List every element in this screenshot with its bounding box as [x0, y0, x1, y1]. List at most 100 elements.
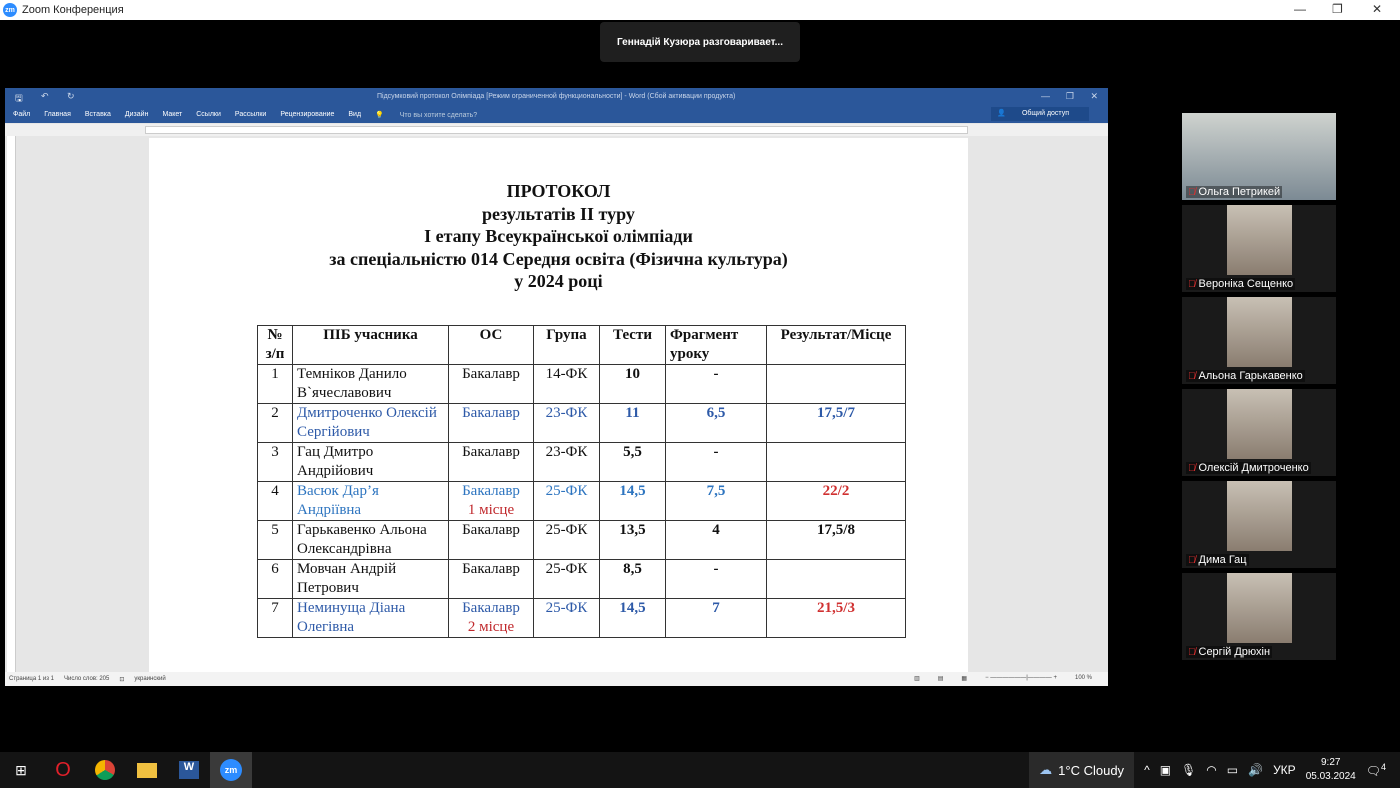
close-icon[interactable]: ✕: [1090, 91, 1098, 102]
result-place: 22/2: [766, 481, 906, 521]
participant-tile[interactable]: 🎙̸ Вероніка Сещенко: [1182, 205, 1336, 292]
tests-score: 11: [599, 403, 666, 443]
restore-icon[interactable]: ❐: [1332, 2, 1343, 16]
camera-icon[interactable]: ▣: [1160, 763, 1171, 777]
undo-icon[interactable]: ↶: [41, 91, 49, 102]
person-icon: 👤: [997, 110, 1007, 117]
tab-layout[interactable]: Макет: [162, 111, 182, 118]
fragment-score: -: [665, 364, 767, 404]
web-layout-icon[interactable]: ▦: [961, 675, 967, 682]
save-icon[interactable]: 🖫: [15, 91, 23, 107]
zoom-slider[interactable]: − ——————|———— +: [985, 675, 1057, 682]
share-button[interactable]: 👤 Общий доступ: [991, 107, 1089, 121]
ribbon-tabs: Файл Главная Вставка Дизайн Макет Ссылки…: [5, 106, 1108, 123]
group: 25-ФК: [533, 520, 600, 560]
page-count: Страница 1 из 1: [9, 676, 54, 682]
tests-score: 14,5: [599, 481, 666, 521]
muted-mic-icon: 🎙̸: [1188, 370, 1196, 382]
title-line: І етапу Всеукраїнської олімпіади: [424, 226, 693, 246]
fragment-score: 6,5: [665, 403, 767, 443]
participant-tile[interactable]: 🎙̸ Альона Гарькавенко: [1182, 297, 1336, 384]
zoom-level[interactable]: 100 %: [1075, 675, 1092, 682]
degree: Бакалавр: [462, 522, 520, 538]
participant-tile[interactable]: 🎙̸ Олексій Дмитроченко: [1182, 389, 1336, 476]
row-number: 7: [257, 598, 293, 638]
fragment-score: -: [665, 442, 767, 482]
tab-design[interactable]: Дизайн: [125, 111, 149, 118]
degree-cell: Бакалавр: [448, 403, 534, 443]
clock[interactable]: 9:27 05.03.2024: [1306, 756, 1356, 784]
result-place: 21,5/3: [766, 598, 906, 638]
title-line: результатів ІІ туру: [482, 203, 635, 224]
zoom-title-bar: zm Zoom Конференция — ❐ ✕: [0, 0, 1400, 20]
participant-video: [1227, 297, 1292, 367]
result-place: [766, 442, 906, 482]
language[interactable]: украинский: [134, 676, 165, 682]
tab-file[interactable]: Файл: [13, 111, 30, 118]
language-indicator[interactable]: УКР: [1273, 763, 1296, 777]
word-title-bar: 🖫 ↶ ↻ Підсумковий протокол Олімпіада [Ре…: [5, 88, 1108, 106]
place-note: 2 місце: [467, 619, 515, 635]
minimize-icon[interactable]: —: [1041, 91, 1050, 101]
windows-start-icon[interactable]: ⊞: [0, 752, 42, 788]
window-title: Zoom Конференция: [22, 4, 124, 16]
tab-view[interactable]: Вид: [348, 111, 361, 118]
place-note: 1 місце: [467, 502, 515, 518]
participant-tile[interactable]: 🎙̸ Ольга Петрикей: [1182, 113, 1336, 200]
microphone-icon[interactable]: 🎙: [1181, 763, 1196, 777]
file-explorer-icon[interactable]: [126, 752, 168, 788]
row-number: 6: [257, 559, 293, 599]
zoom-logo-icon: zm: [3, 3, 17, 17]
participant-video: [1227, 205, 1292, 275]
participant-tile[interactable]: 🎙̸ Дима Гац: [1182, 481, 1336, 568]
status-bar: Страница 1 из 1 Число слов: 205 ⊡ украин…: [5, 672, 1108, 686]
battery-icon[interactable]: ▭: [1227, 763, 1238, 777]
restore-icon[interactable]: ❐: [1066, 91, 1074, 102]
weather-widget[interactable]: ☁ 1°C Cloudy: [1029, 752, 1135, 788]
vertical-ruler[interactable]: [7, 136, 16, 672]
proofing-icon[interactable]: ⊡: [119, 676, 124, 683]
notification-count: 4: [1380, 762, 1386, 772]
chrome-icon[interactable]: [84, 752, 126, 788]
notifications-icon[interactable]: 🗨4: [1366, 762, 1386, 778]
protocol-title: ПРОТОКОЛ результатів ІІ туру І етапу Все…: [149, 180, 968, 293]
tab-home[interactable]: Главная: [44, 111, 71, 118]
tab-references[interactable]: Ссылки: [196, 111, 221, 118]
close-icon[interactable]: ✕: [1372, 2, 1382, 16]
volume-icon[interactable]: 🔊: [1248, 763, 1263, 777]
tell-me-search[interactable]: 💡 Что вы хотите сделать?: [375, 111, 491, 119]
weather-text: 1°C Cloudy: [1058, 762, 1125, 778]
minimize-icon[interactable]: —: [1294, 2, 1306, 16]
participant-name: Дмитроченко Олексій Сергійович: [292, 403, 449, 443]
document-page[interactable]: ПРОТОКОЛ результатів ІІ туру І етапу Все…: [149, 138, 968, 672]
row-number: 2: [257, 403, 293, 443]
table-header-row: № з/п ПІБ учасника ОС Група Тести Фрагме…: [257, 325, 906, 365]
row-number: 3: [257, 442, 293, 482]
tab-mailings[interactable]: Рассылки: [235, 111, 266, 118]
word-icon[interactable]: W: [168, 752, 210, 788]
participant-name: Сергій Дрюхін: [1198, 646, 1271, 658]
fragment-score: 4: [665, 520, 767, 560]
tab-insert[interactable]: Вставка: [85, 111, 111, 118]
opera-icon[interactable]: O: [42, 752, 84, 788]
participant-label: 🎙̸ Вероніка Сещенко: [1186, 278, 1296, 290]
degree-cell: Бакалавр: [448, 520, 534, 560]
title-line: у 2024 році: [514, 271, 603, 291]
participant-name: Ольга Петрикей: [1198, 186, 1281, 198]
document-area[interactable]: ПРОТОКОЛ результатів ІІ туру І етапу Все…: [5, 136, 1108, 672]
zoom-taskbar-icon[interactable]: zm: [210, 752, 252, 788]
group: 25-ФК: [533, 481, 600, 521]
read-mode-icon[interactable]: ▥: [914, 675, 920, 682]
tests-score: 14,5: [599, 598, 666, 638]
print-layout-icon[interactable]: ▤: [938, 675, 944, 682]
redo-icon[interactable]: ↻: [67, 91, 75, 102]
results-table: № з/п ПІБ учасника ОС Група Тести Фрагме…: [257, 325, 906, 638]
chevron-up-icon[interactable]: ^: [1144, 763, 1150, 777]
horizontal-ruler[interactable]: [5, 124, 1108, 136]
result-place: 17,5/7: [766, 403, 906, 443]
fragment-score: 7,5: [665, 481, 767, 521]
wifi-icon[interactable]: ◠: [1206, 763, 1216, 777]
tab-review[interactable]: Рецензирование: [280, 111, 334, 118]
row-number: 5: [257, 520, 293, 560]
participant-tile[interactable]: 🎙̸ Сергій Дрюхін: [1182, 573, 1336, 660]
